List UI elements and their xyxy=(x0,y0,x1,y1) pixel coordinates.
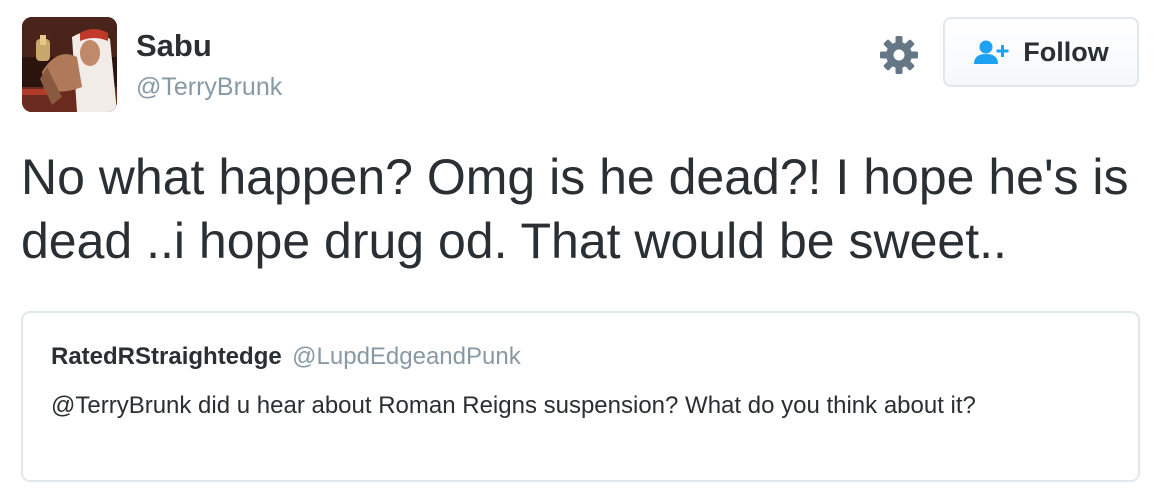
avatar[interactable] xyxy=(22,17,117,112)
follow-button[interactable]: Follow xyxy=(943,17,1139,87)
gear-icon[interactable] xyxy=(879,35,919,75)
follow-label: Follow xyxy=(1023,36,1109,67)
tweet-text: No what happen? Omg is he dead?! I hope … xyxy=(21,149,1129,269)
quoted-tweet-text: @TerryBrunk did u hear about Roman Reign… xyxy=(51,392,976,419)
profile-photo-icon xyxy=(22,17,117,112)
quoted-tweet-header: RatedRStraightedge @LupdEdgeandPunk xyxy=(51,342,521,375)
user-handle[interactable]: @TerryBrunk xyxy=(136,72,282,102)
add-user-icon xyxy=(974,40,1009,64)
quoted-tweet[interactable]: RatedRStraightedge @LupdEdgeandPunk @Ter… xyxy=(21,311,1140,482)
quoted-display-name[interactable]: RatedRStraightedge xyxy=(51,343,282,370)
quoted-user-handle[interactable]: @LupdEdgeandPunk xyxy=(292,343,521,370)
display-name[interactable]: Sabu xyxy=(136,28,212,64)
